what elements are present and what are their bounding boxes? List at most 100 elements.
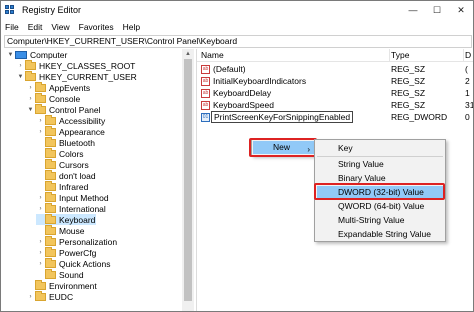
menu-item-qword-value[interactable]: QWORD (64-bit) Value [317, 200, 443, 213]
column-type[interactable]: Type [391, 50, 409, 60]
menu-item-string-value[interactable]: String Value [317, 158, 443, 171]
chevron-right-icon[interactable]: › [36, 239, 45, 245]
tree-item-infrared[interactable]: Infrared [36, 180, 89, 192]
value-row[interactable]: 01 PrintScreenKeyForSnippingEnabled REG_… [199, 111, 473, 123]
tree-item-sound[interactable]: Sound [36, 268, 84, 280]
menu-help[interactable]: Help [123, 22, 140, 32]
value-row[interactable]: ab InitialKeyboardIndicators REG_SZ 2 [199, 76, 473, 87]
folder-icon [35, 92, 46, 103]
string-value-icon: ab [201, 101, 210, 110]
folder-icon [35, 103, 46, 114]
tree-item-hkcr[interactable]: › HKEY_CLASSES_ROOT [16, 59, 135, 71]
chevron-right-icon[interactable]: › [36, 129, 45, 135]
menu-item-key[interactable]: Key [317, 142, 443, 155]
computer-icon [15, 50, 27, 59]
tree-item-environment[interactable]: Environment [26, 279, 97, 291]
tree-item-console[interactable]: › Console [26, 92, 80, 104]
tree-item-eudc[interactable]: › EUDC [26, 290, 73, 302]
tree-item-colors[interactable]: Colors [36, 147, 84, 159]
tree-label: HKEY_CURRENT_USER [39, 71, 137, 82]
column-data[interactable]: D [465, 50, 471, 60]
tree-label: Bluetooth [59, 137, 95, 148]
menu-item-binary-value[interactable]: Binary Value [317, 172, 443, 185]
column-divider[interactable] [463, 49, 464, 62]
registry-tree: ▼ Computer › HKEY_CLASSES_ROOT ▼ HKEY_CU… [4, 49, 194, 311]
dword-value-icon: 01 [201, 113, 210, 122]
chevron-right-icon[interactable]: › [16, 63, 25, 69]
menu-edit[interactable]: Edit [28, 22, 43, 32]
folder-icon [45, 224, 56, 235]
minimize-button[interactable]: — [401, 1, 425, 19]
window-title: Registry Editor [22, 5, 82, 15]
menu-item-new[interactable]: New › [253, 141, 315, 154]
folder-icon [25, 59, 36, 70]
maximize-button[interactable]: ☐ [425, 1, 449, 19]
menu-item-expandable-string-value[interactable]: Expandable String Value [317, 228, 443, 241]
tree-item-keyboard[interactable]: Keyboard [36, 213, 96, 225]
values-header: Name Type D [197, 49, 473, 62]
folder-icon [45, 114, 56, 125]
string-value-icon: ab [201, 65, 210, 74]
tree-item-quick-actions[interactable]: › Quick Actions [36, 257, 111, 269]
column-name[interactable]: Name [201, 50, 224, 60]
tree-label: Colors [59, 148, 84, 159]
chevron-right-icon[interactable]: › [36, 250, 45, 256]
menu-item-dword-value[interactable]: DWORD (32-bit) Value [317, 186, 443, 199]
chevron-right-icon[interactable]: › [26, 294, 35, 300]
tree-item-international[interactable]: › International [36, 202, 106, 214]
tree-item-input-method[interactable]: › Input Method [36, 191, 109, 203]
tree-label: International [59, 203, 106, 214]
folder-icon [45, 246, 56, 257]
chevron-down-icon[interactable]: ▼ [26, 107, 35, 113]
value-row[interactable]: ab KeyboardSpeed REG_SZ 31 [199, 100, 473, 111]
address-bar[interactable]: Computer\HKEY_CURRENT_USER\Control Panel… [4, 35, 472, 48]
tree-item-appearance[interactable]: › Appearance [36, 125, 105, 137]
tree-item-personalization[interactable]: › Personalization [36, 235, 118, 247]
chevron-right-icon[interactable]: › [36, 195, 45, 201]
tree-item-powercfg[interactable]: › PowerCfg [36, 246, 96, 258]
tree-item-computer[interactable]: ▼ Computer [6, 49, 68, 60]
tree-item-hkcu[interactable]: ▼ HKEY_CURRENT_USER [16, 70, 137, 82]
title-bar: Registry Editor — ☐ ✕ [1, 1, 473, 19]
close-button[interactable]: ✕ [449, 1, 473, 19]
chevron-right-icon: › [307, 145, 310, 154]
chevron-right-icon[interactable]: › [26, 96, 35, 102]
column-divider[interactable] [389, 49, 390, 62]
tree-item-bluetooth[interactable]: Bluetooth [36, 136, 95, 148]
chevron-right-icon[interactable]: › [36, 206, 45, 212]
tree-label: Keyboard [59, 214, 96, 225]
scrollbar-thumb[interactable] [184, 59, 192, 301]
menu-view[interactable]: View [51, 22, 69, 32]
tree-item-accessibility[interactable]: › Accessibility [36, 114, 106, 126]
value-row[interactable]: ab KeyboardDelay REG_SZ 1 [199, 88, 473, 99]
chevron-down-icon[interactable]: ▼ [6, 52, 15, 58]
value-row[interactable]: ab (Default) REG_SZ ( [199, 64, 473, 75]
folder-icon [35, 279, 46, 290]
tree-item-cursors[interactable]: Cursors [36, 158, 89, 170]
tree-item-appevents[interactable]: › AppEvents [26, 81, 90, 93]
chevron-right-icon[interactable]: › [26, 85, 35, 91]
pane-splitter[interactable] [196, 49, 197, 311]
tree-label: Personalization [59, 236, 118, 247]
chevron-right-icon[interactable]: › [36, 261, 45, 267]
tree-item-dont-load[interactable]: don't load [36, 169, 96, 181]
menu-favorites[interactable]: Favorites [79, 22, 114, 32]
folder-icon [45, 202, 56, 213]
tree-label: Accessibility [59, 115, 106, 126]
string-value-icon: ab [201, 89, 210, 98]
tree-scrollbar[interactable]: ▲ [182, 49, 194, 311]
scroll-up-icon[interactable]: ▲ [185, 51, 191, 57]
tree-item-mouse[interactable]: Mouse [36, 224, 85, 236]
menu-item-multi-string-value[interactable]: Multi-String Value [317, 214, 443, 227]
menu-file[interactable]: File [5, 22, 19, 32]
tree-label: Infrared [59, 181, 89, 192]
folder-icon [45, 147, 56, 158]
tree-item-control-panel[interactable]: ▼ Control Panel [26, 103, 101, 115]
menu-bar: File Edit View Favorites Help [1, 20, 473, 34]
rename-field[interactable]: PrintScreenKeyForSnippingEnabled [211, 111, 354, 123]
tree-label: Computer [30, 49, 68, 60]
chevron-down-icon[interactable]: ▼ [16, 74, 25, 80]
registry-editor-icon [5, 4, 17, 16]
chevron-right-icon[interactable]: › [36, 118, 45, 124]
folder-icon [45, 136, 56, 147]
